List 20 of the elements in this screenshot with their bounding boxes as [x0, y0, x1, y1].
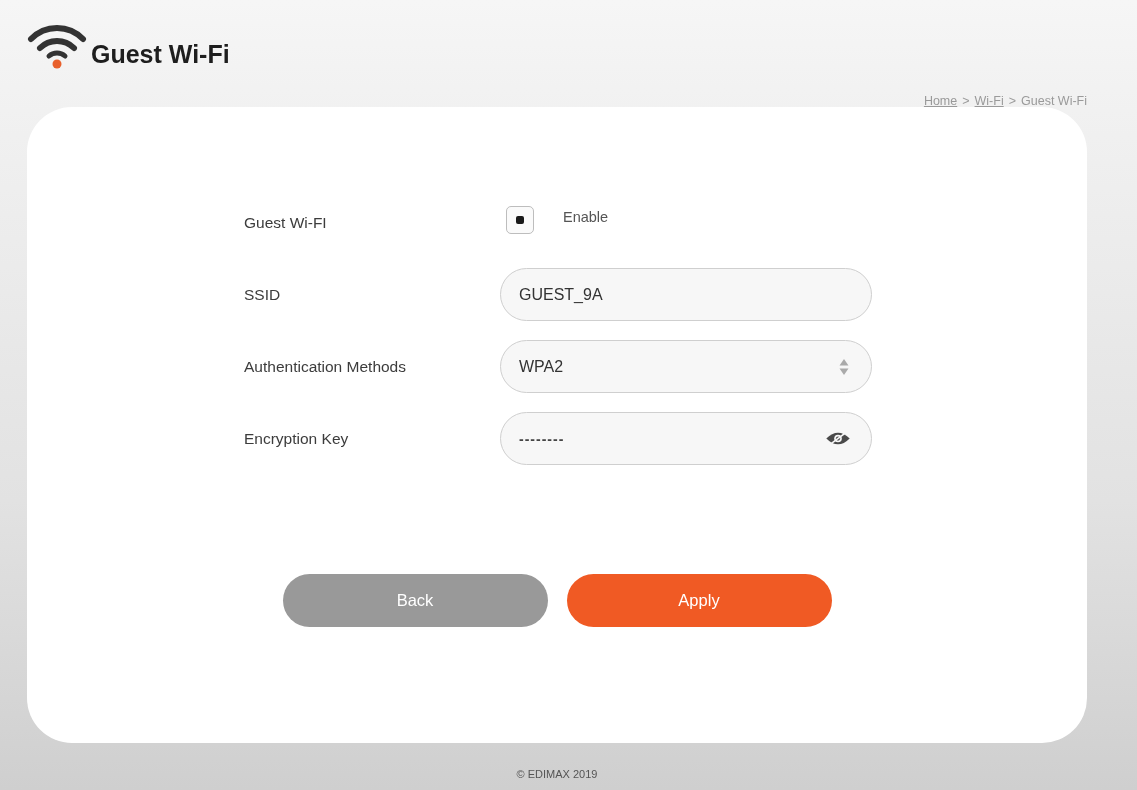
field-label: Authentication Methods [244, 357, 407, 376]
field-label: Guest Wi-FI [244, 213, 328, 232]
breadcrumb-link[interactable]: Home [923, 94, 958, 108]
checkbox-label: Enable [563, 209, 609, 225]
breadcrumb-link[interactable]: Wi-Fi [974, 94, 1004, 108]
copyright-text: © EDIMAX 2019 [516, 768, 598, 780]
breadcrumb-separator: > [1008, 94, 1016, 108]
breadcrumb-separator: > [962, 94, 970, 108]
breadcrumb-current: Guest Wi-Fi [1021, 94, 1087, 108]
password-field[interactable]: -------- [500, 412, 872, 465]
select-field[interactable]: WPA2 [500, 340, 872, 393]
page-title: Guest Wi-Fi [91, 40, 230, 69]
field-label: SSID [244, 285, 282, 304]
checkbox[interactable] [506, 205, 534, 234]
up-down-arrows-icon [839, 357, 849, 376]
field-label: Encryption Key [244, 429, 350, 448]
ssid-field[interactable]: GUEST_9A [500, 268, 872, 321]
apply-button[interactable]: Apply [566, 574, 832, 627]
eye-icon [825, 430, 851, 447]
back-button[interactable]: Back [282, 574, 548, 627]
